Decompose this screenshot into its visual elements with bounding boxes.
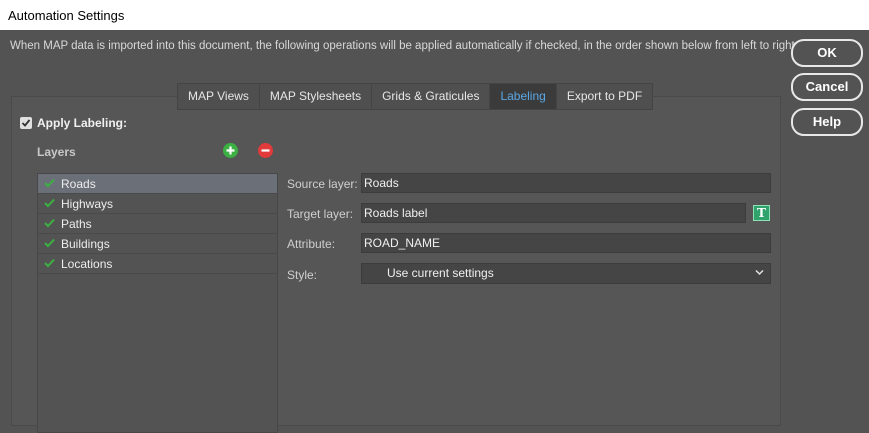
list-item-buildings[interactable]: Buildings bbox=[38, 234, 277, 254]
list-item-label: Roads bbox=[61, 176, 96, 191]
apply-labeling-checkbox[interactable] bbox=[20, 117, 32, 129]
tab-grids-graticules[interactable]: Grids & Graticules bbox=[372, 84, 491, 109]
style-label: Style: bbox=[287, 268, 318, 282]
window-title: Automation Settings bbox=[0, 0, 869, 30]
minus-icon bbox=[261, 149, 270, 152]
tab-labeling[interactable]: Labeling bbox=[490, 84, 557, 109]
check-icon[interactable] bbox=[44, 215, 56, 233]
list-item-label: Locations bbox=[61, 256, 113, 271]
target-layer-field[interactable]: Roads label bbox=[361, 203, 746, 223]
list-item-paths[interactable]: Paths bbox=[38, 214, 277, 234]
remove-layer-button[interactable] bbox=[258, 143, 273, 158]
add-layer-button[interactable] bbox=[223, 143, 238, 158]
plus-icon bbox=[226, 146, 235, 155]
style-select-value: Use current settings bbox=[387, 266, 494, 280]
check-icon[interactable] bbox=[44, 255, 56, 273]
list-item-label: Paths bbox=[61, 216, 92, 231]
check-icon[interactable] bbox=[44, 195, 56, 213]
style-select[interactable]: Use current settings bbox=[361, 263, 771, 284]
cancel-button[interactable]: Cancel bbox=[791, 73, 863, 101]
layers-list: Roads Highways Paths Buildings Locations bbox=[37, 173, 278, 433]
attribute-field[interactable]: ROAD_NAME bbox=[361, 233, 771, 253]
source-layer-label: Source layer: bbox=[287, 177, 358, 191]
attribute-label: Attribute: bbox=[287, 237, 336, 251]
ok-button[interactable]: OK bbox=[791, 39, 863, 67]
text-tool-icon[interactable]: T bbox=[753, 205, 770, 221]
apply-labeling-toggle[interactable]: Apply Labeling: bbox=[20, 116, 127, 130]
check-icon[interactable] bbox=[44, 175, 56, 193]
target-layer-label: Target layer: bbox=[287, 207, 354, 221]
source-layer-field[interactable]: Roads bbox=[361, 173, 771, 193]
help-button[interactable]: Help bbox=[791, 108, 863, 136]
tab-export-to-pdf[interactable]: Export to PDF bbox=[557, 84, 652, 109]
list-item-label: Highways bbox=[61, 196, 114, 211]
tab-map-views[interactable]: MAP Views bbox=[178, 84, 260, 109]
chevron-down-icon bbox=[755, 269, 764, 276]
tab-bar: MAP Views MAP Stylesheets Grids & Gratic… bbox=[177, 83, 654, 110]
layers-title: Layers bbox=[37, 145, 76, 159]
list-item-label: Buildings bbox=[61, 236, 110, 251]
intro-text: When MAP data is imported into this docu… bbox=[10, 40, 798, 52]
tab-map-stylesheets[interactable]: MAP Stylesheets bbox=[260, 84, 373, 109]
apply-labeling-label: Apply Labeling: bbox=[37, 116, 127, 130]
list-item-roads[interactable]: Roads bbox=[38, 174, 277, 194]
check-icon[interactable] bbox=[44, 235, 56, 253]
list-item-locations[interactable]: Locations bbox=[38, 254, 277, 274]
list-item-highways[interactable]: Highways bbox=[38, 194, 277, 214]
